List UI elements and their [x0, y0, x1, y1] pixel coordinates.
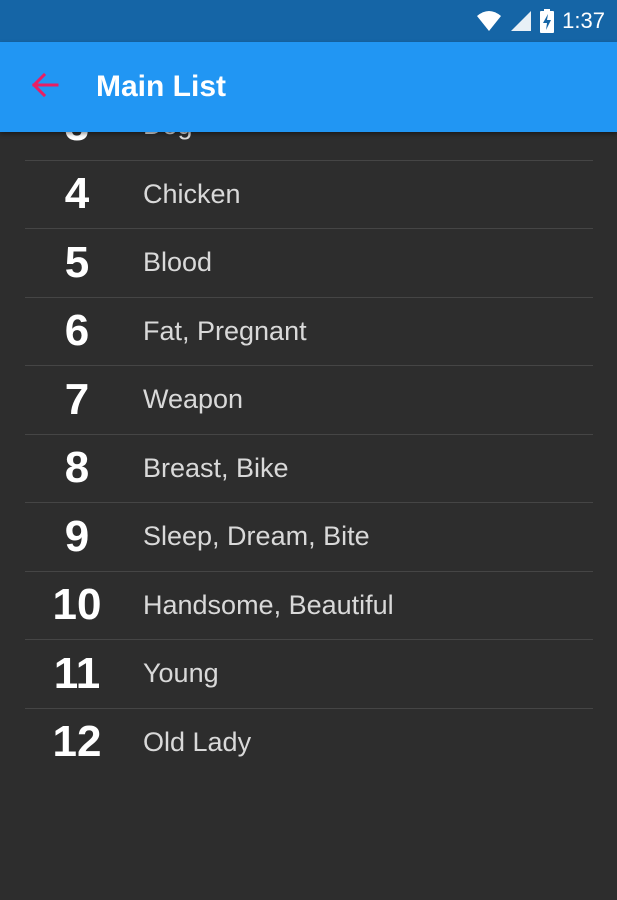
list-item-label: Blood [143, 247, 213, 278]
list-item-number: 8 [64, 443, 90, 493]
list-item-number: 7 [64, 374, 90, 424]
list-item-label: Chicken [143, 178, 241, 209]
list-item-label: Dog [143, 132, 193, 141]
list-item-number: 10 [52, 580, 102, 630]
list-item-label: Young [143, 658, 219, 689]
wifi-icon [476, 10, 502, 32]
list-item-label: Handsome, Beautiful [143, 589, 394, 620]
list-item[interactable]: 12 Old Lady [25, 709, 593, 773]
list-item-label: Old Lady [143, 726, 252, 757]
list-item-label: Sleep, Dream, Bite [143, 521, 370, 552]
list-item-number: 12 [52, 717, 102, 767]
list-item-number: 3 [25, 132, 129, 151]
list-item-number: 6 [64, 306, 90, 356]
list-item[interactable]: 3 Dog [25, 132, 593, 161]
list-item-number: 11 [53, 648, 101, 698]
status-time: 1:37 [562, 8, 605, 33]
list-item[interactable]: 6 Fat, Pregnant [25, 298, 593, 366]
list-item[interactable]: 10 Handsome, Beautiful [25, 572, 593, 640]
list-item-label: Fat, Pregnant [143, 315, 307, 346]
back-button[interactable] [0, 42, 90, 132]
arrow-left-icon [30, 70, 60, 105]
list-item[interactable]: 8 Breast, Bike [25, 435, 593, 503]
list-item[interactable]: 11 Young [25, 640, 593, 709]
app-bar: Main List [0, 42, 617, 132]
list-item[interactable]: 7 Weapon [25, 366, 593, 435]
list-item-label: Breast, Bike [143, 452, 289, 483]
main-list[interactable]: 3 Dog 4 Chicken 5 Blood 6 Fat, Pregnant 7 Weapon 8… [25, 132, 593, 772]
list-item[interactable]: 5 Blood [25, 229, 593, 298]
list-item-number: 4 [64, 169, 90, 219]
list-item-label: Weapon [143, 384, 244, 415]
list-item-number: 5 [64, 237, 90, 287]
list-item[interactable]: 9 Sleep, Dream, Bite [25, 503, 593, 572]
signal-icon [510, 10, 532, 32]
list-item[interactable]: 4 Chicken [25, 161, 593, 229]
list-item-number: 9 [64, 511, 90, 561]
status-bar: 1:37 [0, 0, 617, 42]
battery-charging-icon [540, 9, 555, 33]
page-title: Main List [96, 70, 227, 103]
